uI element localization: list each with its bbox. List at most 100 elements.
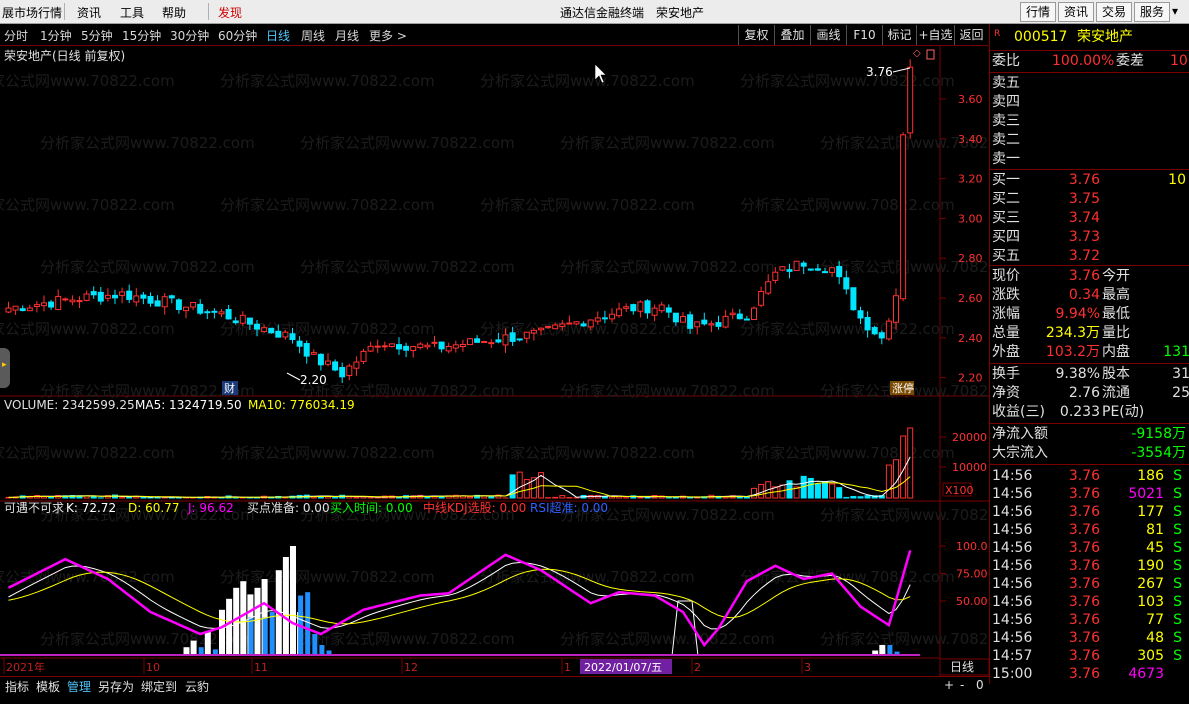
draw-button[interactable]: 画线 bbox=[810, 25, 846, 45]
volume-bar bbox=[133, 496, 140, 499]
overlay-button[interactable]: 叠加 bbox=[774, 25, 810, 45]
adjust-button[interactable]: 复权 bbox=[738, 25, 774, 45]
period-badge[interactable]: 日线 bbox=[950, 660, 974, 674]
indicator-blue-bar bbox=[312, 634, 318, 656]
quote-value: 0.34 bbox=[1068, 287, 1100, 303]
candle-body bbox=[481, 341, 488, 344]
candle-body bbox=[232, 320, 239, 324]
save-as-tab[interactable]: 另存为 bbox=[98, 678, 134, 695]
buy-level-volume: 10 bbox=[1168, 172, 1186, 188]
fundamental-label: 收益(三) bbox=[992, 404, 1045, 420]
candle-body bbox=[62, 298, 69, 301]
tick-side: S bbox=[1173, 468, 1182, 484]
watermark-text: 分析家公式网www.70822.com bbox=[40, 258, 255, 276]
candle-body bbox=[630, 304, 637, 312]
price-tick-label: 2.60 bbox=[958, 292, 983, 305]
watermark-text: 分析家公式网www.70822.com bbox=[300, 258, 515, 276]
fundamental-label-2: 流通 bbox=[1102, 385, 1130, 401]
service-button[interactable]: 服务 bbox=[1134, 2, 1170, 22]
mark-button[interactable]: 标记 bbox=[882, 25, 916, 45]
period-tab-30min[interactable]: 30分钟 bbox=[170, 27, 209, 44]
period-tab-1min[interactable]: 1分钟 bbox=[40, 27, 72, 44]
sell-level-label: 卖三 bbox=[992, 113, 1020, 129]
candle-body bbox=[69, 299, 76, 303]
zoom-in-button[interactable]: + bbox=[944, 678, 954, 692]
candle-body bbox=[772, 271, 779, 281]
candle-body bbox=[211, 310, 218, 313]
tick-volume: 177 bbox=[1137, 504, 1164, 520]
f10-button[interactable]: F10 bbox=[846, 25, 882, 45]
candle-body bbox=[112, 294, 118, 299]
period-tab-intraday[interactable]: 分时 bbox=[4, 27, 28, 44]
candle-body bbox=[175, 299, 182, 310]
candle-body bbox=[701, 319, 708, 325]
candle-body bbox=[317, 353, 324, 366]
zoom-reset-button[interactable]: 0 bbox=[976, 678, 984, 692]
sell-level-row: 卖五 bbox=[990, 74, 1189, 92]
yunbao-tab[interactable]: 云豹 bbox=[185, 678, 209, 695]
volume-bar bbox=[601, 496, 608, 499]
candle-body bbox=[658, 304, 665, 312]
period-tab-5min[interactable]: 5分钟 bbox=[81, 27, 113, 44]
candle-body bbox=[459, 344, 466, 348]
indicator-white-bar bbox=[254, 587, 261, 656]
quote-label-2: 最高 bbox=[1102, 287, 1130, 303]
candle-body bbox=[566, 322, 573, 325]
period-tab-15min[interactable]: 15分钟 bbox=[122, 27, 161, 44]
watermark-text: 分析家公式网www.70822.com bbox=[740, 72, 955, 90]
timeline-label: 2 bbox=[694, 661, 701, 674]
candle-body bbox=[687, 314, 694, 329]
candle-body bbox=[729, 312, 736, 316]
tick-row: 14:57 3.76 305 S bbox=[990, 647, 1189, 665]
add-watchlist-button[interactable]: +自选 bbox=[916, 25, 954, 45]
fundamental-label: 换手 bbox=[992, 366, 1020, 382]
buy-level-price: 3.75 bbox=[1068, 191, 1100, 207]
high-price-label: 3.76 bbox=[866, 65, 893, 79]
period-tab-weekly[interactable]: 周线 bbox=[301, 27, 325, 44]
side-panel-toggle[interactable]: ▸ bbox=[0, 348, 10, 388]
candle-body bbox=[225, 309, 232, 320]
buy-level-price: 3.76 bbox=[1068, 172, 1100, 188]
tick-volume: 81 bbox=[1146, 522, 1164, 538]
menu-market[interactable]: 展市场行情 bbox=[2, 4, 62, 21]
period-tab-more[interactable]: 更多 > bbox=[369, 27, 407, 44]
bind-to-tab[interactable]: 绑定到 bbox=[141, 678, 177, 695]
info-button[interactable]: 资讯 bbox=[1058, 2, 1094, 22]
zoom-out-button[interactable]: - bbox=[960, 678, 964, 692]
indicator-blue-bar bbox=[305, 592, 311, 656]
period-tab-monthly[interactable]: 月线 bbox=[335, 27, 359, 44]
period-tab-60min[interactable]: 60分钟 bbox=[218, 27, 257, 44]
volume-bar bbox=[559, 495, 566, 499]
watermark-text: 分析家公式网www.70822.com bbox=[740, 320, 955, 338]
dropdown-arrow-icon[interactable]: ▾ bbox=[1172, 4, 1178, 18]
menu-news[interactable]: 资讯 bbox=[77, 4, 101, 21]
template-tab[interactable]: 模板 bbox=[36, 678, 60, 695]
candle-body bbox=[104, 294, 111, 299]
quote-button[interactable]: 行情 bbox=[1020, 2, 1056, 22]
menu-bar: 展市场行情 资讯 工具 帮助 发现 通达信金融终端 荣安地产 行情 资讯 交易 … bbox=[0, 0, 1189, 24]
menu-help[interactable]: 帮助 bbox=[162, 4, 186, 21]
volume-bar bbox=[48, 496, 55, 499]
menu-discover[interactable]: 发现 bbox=[218, 4, 242, 21]
candle-body bbox=[708, 323, 715, 326]
quote-label-2: 最低 bbox=[1102, 306, 1130, 322]
indicator-tab[interactable]: 指标 bbox=[5, 678, 29, 695]
diamond-icon[interactable]: ◇ bbox=[913, 48, 921, 59]
kline-chart[interactable]: 分析家公式网www.70822.com 分析家公式网www.70822.com 分析… bbox=[0, 46, 989, 676]
trade-button[interactable]: 交易 bbox=[1096, 2, 1132, 22]
candle-body bbox=[765, 281, 772, 294]
candle-body bbox=[538, 327, 544, 331]
candle-body bbox=[467, 338, 473, 346]
period-tab-daily[interactable]: 日线 bbox=[266, 27, 290, 44]
candle-body bbox=[822, 271, 828, 274]
back-button[interactable]: 返回 bbox=[954, 25, 988, 45]
menu-tools[interactable]: 工具 bbox=[120, 4, 144, 21]
candle-body bbox=[900, 134, 907, 300]
manage-tab[interactable]: 管理 bbox=[67, 678, 91, 695]
tick-price: 3.76 bbox=[1068, 630, 1100, 646]
candle-body bbox=[474, 338, 481, 343]
expand-icon[interactable] bbox=[926, 49, 935, 60]
tick-row: 14:56 3.76 81 S bbox=[990, 521, 1189, 539]
tick-side: S bbox=[1173, 630, 1182, 646]
candle-body bbox=[871, 327, 878, 335]
